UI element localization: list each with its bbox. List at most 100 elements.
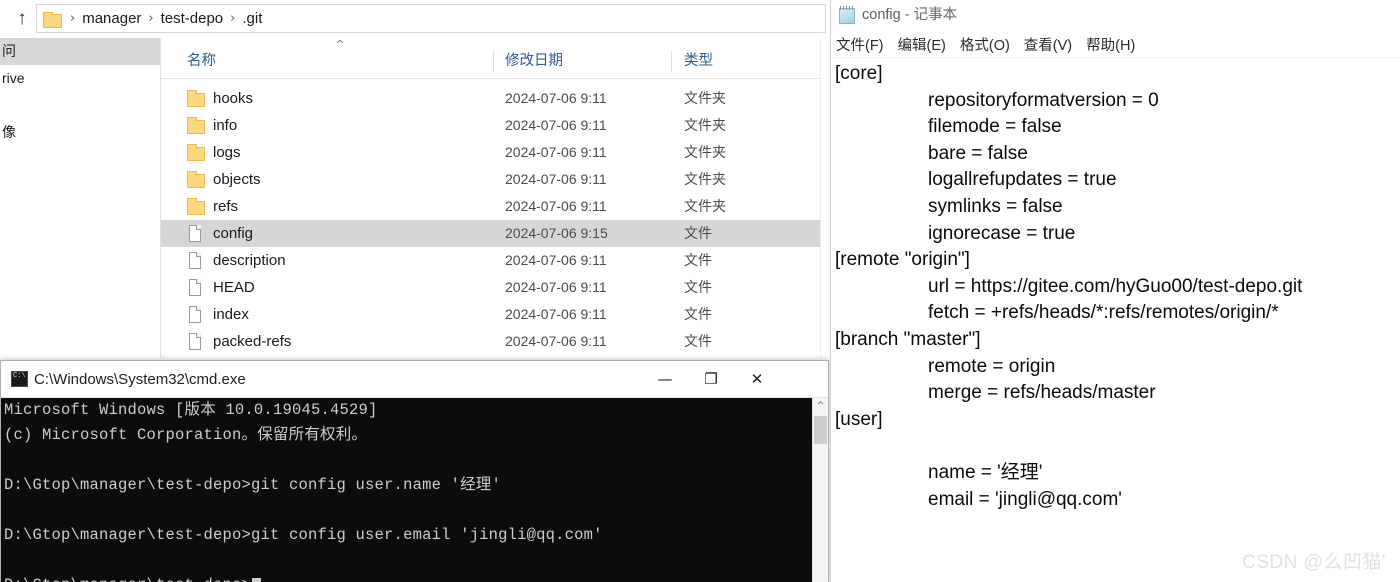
maximize-button[interactable]: ❐ (688, 361, 734, 397)
file-type: 文件 (684, 279, 712, 295)
cmd-title-bar[interactable]: C:\ C:\Windows\System32\cmd.exe — ❐ ✕ (1, 361, 828, 398)
cmd-prompt-line: D:\Gtop\manager\test-depo> (1, 573, 813, 582)
folder-icon (187, 198, 205, 215)
menu-view[interactable]: 查看(V) (1024, 34, 1072, 55)
file-type: 文件 (684, 252, 712, 268)
nav-item-2[interactable] (0, 92, 160, 119)
cmd-prompt: D:\Gtop\manager\test-depo> (4, 576, 251, 582)
config-line: [branch "master"] (835, 328, 981, 350)
column-header-type[interactable]: 类型 (684, 45, 713, 77)
cmd-line (1, 548, 813, 573)
table-row[interactable]: info 2024-07-06 9:11 文件夹 (161, 112, 829, 139)
nav-item-1[interactable]: rive (0, 65, 160, 92)
breadcrumb[interactable]: › manager › test-depo › .git (36, 4, 826, 33)
file-icon (187, 252, 205, 269)
column-header-row: 名称 修改日期 类型 (161, 45, 829, 79)
column-header-name[interactable]: 名称 (187, 45, 216, 77)
config-line: [user] (835, 408, 883, 430)
config-line: logallrefupdates = true (928, 169, 1117, 191)
table-row[interactable]: refs 2024-07-06 9:11 文件夹 (161, 193, 829, 220)
notepad-file-name: config (862, 7, 901, 23)
explorer-right-edge (820, 38, 829, 358)
column-divider[interactable] (493, 51, 494, 72)
minimize-button[interactable]: — (642, 361, 688, 397)
config-line: email = 'jingli@qq.com' (928, 488, 1122, 510)
cmd-line: Microsoft Windows [版本 10.0.19045.4529] (4, 401, 378, 419)
nav-item-3[interactable]: 像 (0, 119, 160, 146)
menu-help[interactable]: 帮助(H) (1086, 34, 1135, 55)
cmd-line (1, 448, 813, 473)
breadcrumb-item-git[interactable]: .git (242, 10, 262, 27)
cmd-console-output[interactable]: Microsoft Windows [版本 10.0.19045.4529] (… (1, 398, 813, 582)
breadcrumb-item-test-depo[interactable]: test-depo (161, 10, 224, 27)
table-row-selected[interactable]: config 2024-07-06 9:15 文件 (161, 220, 829, 247)
table-row[interactable]: packed-refs 2024-07-06 9:11 文件 (161, 328, 829, 355)
file-type: 文件夹 (684, 144, 726, 160)
folder-icon (43, 11, 62, 28)
nav-item-0[interactable]: 问 (0, 38, 160, 65)
scroll-up-icon[interactable]: ^ (813, 398, 828, 415)
column-header-date[interactable]: 修改日期 (505, 45, 563, 77)
close-button[interactable]: ✕ (734, 361, 780, 397)
up-arrow-icon[interactable]: ↑ (10, 7, 34, 31)
menu-edit[interactable]: 编辑(E) (898, 34, 946, 55)
file-type: 文件夹 (684, 90, 726, 106)
folder-icon (187, 117, 205, 134)
menu-format[interactable]: 格式(O) (960, 34, 1010, 55)
notepad-text-area[interactable]: [core] repositoryformatversion = 0 filem… (831, 58, 1400, 582)
config-line: repositoryformatversion = 0 (928, 89, 1159, 111)
config-line: symlinks = false (928, 195, 1063, 217)
config-line: name = '经理' (928, 461, 1043, 483)
file-icon (187, 279, 205, 296)
breadcrumb-separator: › (230, 11, 236, 26)
file-date: 2024-07-06 9:11 (505, 279, 607, 295)
folder-icon (187, 90, 205, 107)
file-name: info (213, 117, 238, 134)
menu-file[interactable]: 文件(F) (836, 34, 884, 55)
command-prompt-window: C:\ C:\Windows\System32\cmd.exe — ❐ ✕ Mi… (0, 360, 829, 582)
file-name: description (213, 252, 286, 269)
notepad-window: config - 记事本 文件(F) 编辑(E) 格式(O) 查看(V) 帮助(… (830, 0, 1400, 582)
cmd-line: (c) Microsoft Corporation。保留所有权利。 (4, 426, 368, 444)
notepad-menu-bar: 文件(F) 编辑(E) 格式(O) 查看(V) 帮助(H) (831, 31, 1400, 58)
config-line: [remote "origin"] (835, 249, 970, 271)
breadcrumb-item-manager[interactable]: manager (82, 10, 141, 27)
notepad-icon (839, 6, 856, 24)
file-date: 2024-07-06 9:11 (505, 306, 607, 322)
file-date: 2024-07-06 9:11 (505, 171, 607, 187)
file-type: 文件 (684, 333, 712, 349)
file-icon (187, 225, 205, 242)
folder-icon (187, 144, 205, 161)
file-name: refs (213, 198, 239, 215)
config-line (835, 433, 1400, 460)
file-list: hooks 2024-07-06 9:11 文件夹 info 2024-07-0… (161, 85, 829, 355)
scrollbar-thumb[interactable] (814, 416, 827, 444)
explorer-address-bar: ↑ › manager › test-depo › .git (0, 0, 829, 37)
table-row[interactable]: objects 2024-07-06 9:11 文件夹 (161, 166, 829, 193)
table-row[interactable]: index 2024-07-06 9:11 文件 (161, 301, 829, 328)
notepad-title-bar[interactable]: config - 记事本 (831, 0, 1400, 30)
file-date: 2024-07-06 9:11 (505, 90, 607, 106)
table-row[interactable]: HEAD 2024-07-06 9:11 文件 (161, 274, 829, 301)
config-line: fetch = +refs/heads/*:refs/remotes/origi… (928, 302, 1279, 324)
notepad-title-suffix: - 记事本 (900, 7, 958, 23)
column-divider[interactable] (671, 51, 672, 72)
file-icon (187, 306, 205, 323)
config-line: bare = false (928, 142, 1028, 164)
table-row[interactable]: hooks 2024-07-06 9:11 文件夹 (161, 85, 829, 112)
cursor-caret (252, 578, 262, 582)
table-row[interactable]: description 2024-07-06 9:11 文件 (161, 247, 829, 274)
file-type: 文件夹 (684, 171, 726, 187)
file-name: packed-refs (213, 333, 292, 350)
file-name: objects (213, 171, 261, 188)
csdn-watermark: CSDN @么凹猫' (1241, 552, 1386, 573)
cmd-window-title: C:\Windows\System32\cmd.exe (34, 371, 246, 388)
file-name: index (213, 306, 249, 323)
folder-icon (187, 171, 205, 188)
file-icon (187, 333, 205, 350)
table-row[interactable]: logs 2024-07-06 9:11 文件夹 (161, 139, 829, 166)
cmd-line: D:\Gtop\manager\test-depo>git config use… (4, 526, 603, 544)
cmd-scrollbar[interactable]: ^ (812, 398, 828, 582)
file-type: 文件 (684, 306, 712, 322)
config-line: remote = origin (928, 355, 1056, 377)
